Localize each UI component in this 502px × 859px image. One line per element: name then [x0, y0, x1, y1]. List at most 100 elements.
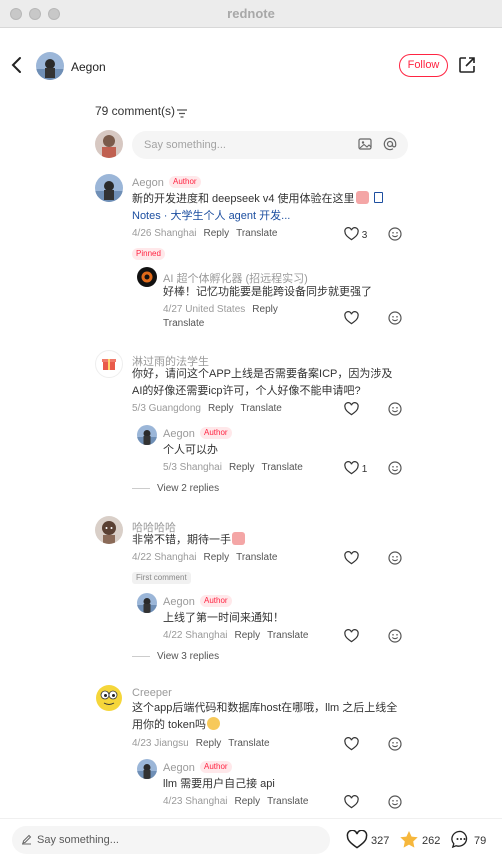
window-titlebar: rednote	[0, 0, 502, 28]
replier-avatar[interactable]	[137, 425, 157, 445]
heart-icon	[344, 461, 359, 475]
heart-icon	[344, 629, 359, 643]
author-avatar[interactable]	[36, 52, 64, 80]
emoji-icon[interactable]	[388, 227, 402, 244]
bottom-action-bar: Say something... 327 262 79	[0, 818, 502, 859]
reply-text: 个人可以办	[163, 444, 218, 456]
translate-button[interactable]: Translate	[163, 318, 204, 329]
commenter-name[interactable]: Creeper	[132, 687, 172, 699]
like-count: 3	[361, 230, 368, 241]
follow-button[interactable]: Follow	[399, 54, 448, 77]
commenter-avatar[interactable]	[95, 684, 123, 712]
comment-count: 79 comment(s)	[95, 104, 176, 118]
bottom-input-placeholder: Say something...	[37, 834, 119, 846]
like-button[interactable]	[344, 795, 359, 809]
reply-button[interactable]: Reply	[252, 304, 278, 315]
comment-meta: 4/26 Shanghai Reply Translate	[132, 228, 278, 239]
comment-meta: 4/23 Jiangsu Reply Translate	[132, 738, 270, 749]
author-badge: Author	[200, 595, 232, 607]
author-badge: Author	[169, 176, 201, 188]
commenter-avatar[interactable]	[95, 350, 123, 378]
heart-icon	[344, 551, 359, 565]
reply-text: 好棒！记忆功能要是能跨设备同步就更强了	[163, 286, 372, 298]
emoji-icon[interactable]	[388, 629, 402, 646]
commenter-avatar[interactable]	[95, 174, 123, 202]
replier-avatar[interactable]	[137, 593, 157, 613]
my-avatar	[95, 130, 123, 158]
reply-button[interactable]: Reply	[229, 462, 255, 473]
emoji-icon[interactable]	[388, 551, 402, 568]
reply-button[interactable]: Reply	[208, 403, 234, 414]
translate-button[interactable]: Translate	[262, 462, 303, 473]
post-comment-count: 79	[474, 835, 487, 847]
reply-button[interactable]: Reply	[204, 228, 230, 239]
like-button[interactable]	[344, 402, 359, 416]
reply-text: 上线了第一时间来通知！	[163, 612, 284, 624]
window-title: rednote	[227, 6, 275, 21]
reply-text: llm 需要用户自己接 api	[163, 778, 275, 790]
post-collect-count: 262	[422, 835, 441, 847]
reply-meta: 5/3 Shanghai Reply Translate	[163, 462, 303, 473]
bottom-comment-input[interactable]: Say something...	[12, 826, 330, 854]
note-link[interactable]: Notes · 大学生个人 agent 开发...	[132, 208, 290, 225]
like-button[interactable]	[344, 551, 359, 565]
view-replies-button[interactable]: View 3 replies	[132, 651, 219, 662]
comment-input-placeholder: Say something...	[144, 139, 226, 151]
heart-icon	[344, 795, 359, 809]
post-header: Aegon Follow	[0, 42, 502, 90]
comment-text-line2: AI的好像还需要icp许可，个人好像不能申请吧?	[132, 385, 361, 397]
reply-button[interactable]: Reply	[235, 630, 261, 641]
pencil-icon	[21, 834, 32, 848]
reply-button[interactable]: Reply	[196, 738, 222, 749]
replier-name[interactable]: Aegon	[163, 596, 195, 608]
replier-name[interactable]: Aegon	[163, 762, 195, 774]
back-icon[interactable]	[10, 55, 24, 78]
like-button[interactable]	[344, 629, 359, 643]
heart-icon	[344, 227, 359, 241]
replier-avatar[interactable]	[137, 759, 157, 779]
emoji-pig	[355, 191, 369, 204]
image-icon[interactable]	[358, 137, 372, 154]
emoji-icon[interactable]	[388, 311, 402, 328]
emoji-icon[interactable]	[388, 461, 402, 478]
translate-button[interactable]: Translate	[241, 403, 282, 414]
like-button[interactable]	[344, 737, 359, 751]
like-button[interactable]: 3	[344, 227, 367, 241]
commenter-name[interactable]: Aegon	[132, 177, 164, 189]
emoji-icon[interactable]	[388, 402, 402, 419]
share-icon[interactable]	[458, 56, 476, 77]
like-button[interactable]: 1	[344, 461, 367, 475]
post-comment-button[interactable]: 79	[451, 830, 486, 849]
translate-button[interactable]: Translate	[267, 630, 308, 641]
emoji-pig	[232, 532, 245, 545]
comment-text-line2: 用你的 token吗	[132, 717, 220, 734]
view-replies-button[interactable]: View 2 replies	[132, 483, 219, 494]
first-comment-badge: First comment	[132, 572, 191, 584]
emoji-think	[206, 717, 220, 730]
reply-meta: 4/22 Shanghai Reply Translate	[163, 630, 309, 641]
post-like-count: 327	[371, 835, 390, 847]
translate-button[interactable]: Translate	[236, 228, 277, 239]
sort-icon[interactable]	[177, 107, 187, 121]
author-name[interactable]: Aegon	[71, 60, 106, 74]
note-icon	[373, 192, 383, 203]
replier-name[interactable]: Aegon	[163, 428, 195, 440]
emoji-icon[interactable]	[388, 737, 402, 754]
translate-button[interactable]: Translate	[267, 796, 308, 807]
translate-button[interactable]: Translate	[228, 738, 269, 749]
reply-button[interactable]: Reply	[235, 796, 261, 807]
at-icon[interactable]	[383, 137, 397, 154]
comment-text-line1: 这个app后端代码和数据库host在哪哦，llm 之后上线全	[132, 702, 398, 714]
commenter-avatar[interactable]	[95, 516, 123, 544]
like-button[interactable]	[344, 311, 359, 325]
comment-meta: 4/22 Shanghai Reply Translate	[132, 552, 278, 563]
reply-button[interactable]: Reply	[204, 552, 230, 563]
heart-icon	[344, 737, 359, 751]
replier-avatar[interactable]	[137, 267, 157, 287]
comment-text: 非常不错，期待一手	[132, 532, 245, 549]
post-collect-button[interactable]: 262	[399, 830, 440, 849]
reply-meta: 4/27 United States Reply	[163, 304, 278, 315]
post-like-button[interactable]: 327	[346, 829, 390, 849]
translate-button[interactable]: Translate	[236, 552, 277, 563]
emoji-icon[interactable]	[388, 795, 402, 812]
